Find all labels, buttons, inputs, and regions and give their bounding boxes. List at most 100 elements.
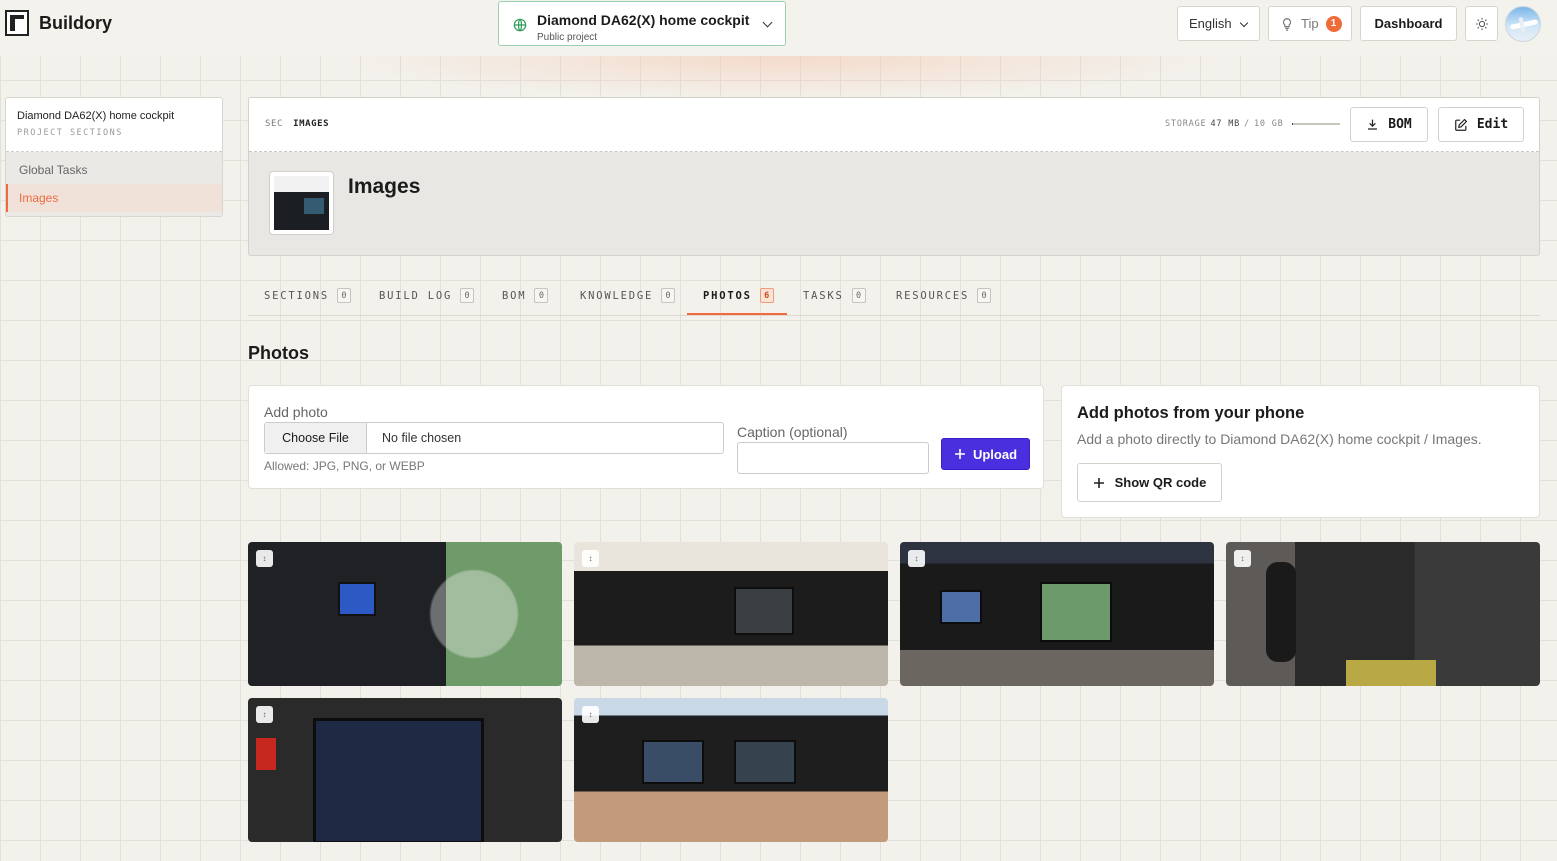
allowed-formats-hint: Allowed: JPG, PNG, or WEBP xyxy=(264,459,425,473)
sidebar-item-images[interactable]: Images xyxy=(6,184,222,212)
tab-label: RESOURCES xyxy=(896,289,970,302)
file-input[interactable]: Choose File No file chosen xyxy=(264,422,724,454)
tab-count-badge: 0 xyxy=(460,288,475,303)
tab-build-log[interactable]: BUILD LOG 0 xyxy=(379,276,475,315)
storage-used: 47 MB xyxy=(1210,119,1241,129)
breadcrumb: SEC IMAGES xyxy=(265,119,329,129)
drag-handle-icon[interactable]: ↕ xyxy=(256,550,273,567)
section-header-panel: SEC IMAGES STORAGE 47 MB / 10 GB BOM Edi… xyxy=(248,97,1540,256)
tab-count-badge: 0 xyxy=(336,288,351,303)
dashboard-button[interactable]: Dashboard xyxy=(1360,6,1457,41)
tab-resources[interactable]: RESOURCES 0 xyxy=(896,276,992,315)
chevron-down-icon xyxy=(762,17,773,28)
storage-total: 10 GB xyxy=(1253,119,1284,129)
tab-count-badge: 0 xyxy=(851,288,866,303)
tab-label: KNOWLEDGE xyxy=(580,289,654,302)
tab-knowledge[interactable]: KNOWLEDGE 0 xyxy=(580,276,676,315)
globe-icon xyxy=(513,18,527,32)
project-switcher[interactable]: Diamond DA62(X) home cockpit Public proj… xyxy=(498,1,786,46)
tab-tasks[interactable]: TASKS 0 xyxy=(803,276,866,315)
phone-card-title: Add photos from your phone xyxy=(1077,404,1305,422)
add-photo-label: Add photo xyxy=(264,404,328,420)
tab-label: BUILD LOG xyxy=(379,289,453,302)
breadcrumb-section: IMAGES xyxy=(293,119,330,129)
tip-count-badge: 1 xyxy=(1325,15,1342,32)
project-sections-sidebar: Diamond DA62(X) home cockpit PROJECT SEC… xyxy=(5,97,223,217)
photo-tile[interactable]: ↕ xyxy=(248,698,562,842)
tab-label: PHOTOS xyxy=(703,289,752,302)
upload-button[interactable]: Upload xyxy=(941,438,1030,470)
bom-download-button[interactable]: BOM xyxy=(1350,107,1428,142)
drag-handle-icon[interactable]: ↕ xyxy=(908,550,925,567)
plus-icon xyxy=(954,449,965,459)
edit-icon xyxy=(1454,118,1468,131)
drag-handle-icon[interactable]: ↕ xyxy=(1234,550,1251,567)
edit-button[interactable]: Edit xyxy=(1438,107,1524,142)
caption-label: Caption (optional) xyxy=(737,424,848,440)
brand[interactable]: Buildory xyxy=(5,10,112,36)
project-name: Diamond DA62(X) home cockpit xyxy=(537,12,750,28)
storage-separator: / xyxy=(1244,119,1250,129)
download-icon xyxy=(1368,119,1378,130)
language-select[interactable]: English xyxy=(1177,6,1260,41)
active-tab-indicator xyxy=(687,313,787,315)
buildory-logo-icon xyxy=(5,10,29,36)
project-visibility: Public project xyxy=(537,32,598,43)
section-thumbnail[interactable] xyxy=(269,171,334,235)
photo-tile[interactable]: ↕ xyxy=(900,542,1214,686)
storage-meter: STORAGE 47 MB / 10 GB xyxy=(1165,119,1340,129)
storage-label: STORAGE xyxy=(1165,119,1207,129)
sidebar-header: Diamond DA62(X) home cockpit PROJECT SEC… xyxy=(6,98,222,152)
chevron-down-icon xyxy=(1239,18,1249,28)
sidebar-item-global-tasks[interactable]: Global Tasks xyxy=(6,156,222,184)
tab-sections[interactable]: SECTIONS 0 xyxy=(264,276,351,315)
sun-icon xyxy=(1475,17,1488,30)
drag-handle-icon[interactable]: ↕ xyxy=(582,550,599,567)
photo-tile[interactable]: ↕ xyxy=(574,542,888,686)
top-bar: Buildory Diamond DA62(X) home cockpit Pu… xyxy=(0,0,1557,56)
theme-toggle-button[interactable] xyxy=(1465,6,1498,41)
brand-name: Buildory xyxy=(39,12,113,33)
sidebar-subtitle: PROJECT SECTIONS xyxy=(17,128,123,138)
header-glow xyxy=(330,56,1230,100)
upload-button-label: Upload xyxy=(972,446,1018,462)
tip-button[interactable]: Tip 1 xyxy=(1268,6,1352,41)
tab-bom[interactable]: BOM 0 xyxy=(502,276,549,315)
language-label: English xyxy=(1189,16,1232,31)
sidebar-project-name: Diamond DA62(X) home cockpit xyxy=(17,110,175,122)
choose-file-button[interactable]: Choose File xyxy=(265,423,367,453)
tab-label: TASKS xyxy=(803,289,844,302)
phone-upload-card: Add photos from your phone Add a photo d… xyxy=(1061,385,1540,518)
photos-heading: Photos xyxy=(248,343,309,363)
photo-tile[interactable]: ↕ xyxy=(248,542,562,686)
plus-icon xyxy=(1093,477,1104,488)
drag-handle-icon[interactable]: ↕ xyxy=(582,706,599,723)
tip-label: Tip xyxy=(1301,16,1319,31)
airplane-icon xyxy=(1509,19,1539,30)
photo-tile[interactable]: ↕ xyxy=(1226,542,1540,686)
avatar[interactable] xyxy=(1505,6,1541,42)
bom-button-label: BOM xyxy=(1388,117,1412,132)
storage-bar xyxy=(1291,123,1340,125)
tab-count-badge: 0 xyxy=(661,288,676,303)
show-qr-code-button[interactable]: Show QR code xyxy=(1077,463,1222,502)
lightbulb-icon xyxy=(1282,17,1292,31)
phone-card-description: Add a photo directly to Diamond DA62(X) … xyxy=(1077,431,1482,447)
breadcrumb-prefix: SEC xyxy=(265,119,284,129)
upload-photo-card: Add photo Choose File No file chosen All… xyxy=(248,385,1044,489)
tab-label: BOM xyxy=(502,289,527,302)
tab-count-badge: 0 xyxy=(534,288,549,303)
photo-tile[interactable]: ↕ xyxy=(574,698,888,842)
section-tabs: SECTIONS 0 BUILD LOG 0 BOM 0 KNOWLEDGE 0… xyxy=(248,276,1540,316)
edit-button-label: Edit xyxy=(1476,117,1509,132)
tab-photos[interactable]: PHOTOS 6 xyxy=(703,276,774,315)
drag-handle-icon[interactable]: ↕ xyxy=(256,706,273,723)
tab-count-badge: 0 xyxy=(977,288,992,303)
cockpit-thumbnail-image xyxy=(274,176,329,230)
tab-count-badge: 6 xyxy=(759,288,774,303)
qr-button-label: Show QR code xyxy=(1114,475,1207,490)
caption-input[interactable] xyxy=(737,442,929,474)
file-status: No file chosen xyxy=(382,431,462,445)
section-title: Images xyxy=(348,175,421,198)
tab-label: SECTIONS xyxy=(264,289,329,302)
